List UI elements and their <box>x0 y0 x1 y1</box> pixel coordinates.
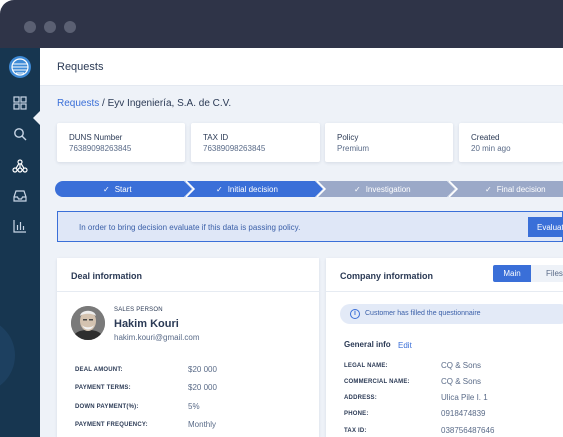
card-label: DUNS Number <box>69 133 123 142</box>
card-value: 76389098263845 <box>69 144 132 153</box>
breadcrumb-requests-link[interactable]: Requests <box>57 98 99 109</box>
bar-chart-icon[interactable] <box>11 217 29 235</box>
panel-title: Deal information <box>71 271 143 281</box>
search-icon[interactable] <box>11 125 29 143</box>
address-value: Ulica Pile I. 1 <box>441 393 488 402</box>
breadcrumb-separator: / <box>99 98 108 109</box>
page-header: Requests <box>40 48 563 86</box>
sidebar-active-indicator <box>33 111 40 125</box>
card-value: 20 min ago <box>471 144 511 153</box>
globe-logo-icon[interactable] <box>9 56 31 78</box>
questionnaire-notice: i Customer has filled the questionnaire <box>340 304 563 324</box>
step-label: Investigation <box>365 184 411 194</box>
deal-amount-value: $20 000 <box>188 365 217 374</box>
tab-main[interactable]: Main <box>493 265 531 282</box>
phone-value: 0918474839 <box>441 409 486 418</box>
tax-id-value: 038756487646 <box>441 426 495 435</box>
window-minimize-button[interactable] <box>44 21 56 33</box>
grid-icon[interactable] <box>11 94 29 112</box>
check-icon: ✓ <box>354 184 361 194</box>
commercial-name-value: CQ & Sons <box>441 377 482 386</box>
created-card: Created 20 min ago <box>459 123 563 162</box>
payment-terms-label: PAYMENT TERMS: <box>75 385 131 391</box>
legal-name-value: CQ & Sons <box>441 361 482 370</box>
check-icon: ✓ <box>216 184 223 194</box>
network-icon[interactable] <box>11 157 29 175</box>
salesperson-email[interactable]: hakim.kouri@gmail.com <box>114 333 199 342</box>
card-label: Policy <box>337 133 359 142</box>
down-payment-value: 5% <box>188 402 200 411</box>
tax-id-card: TAX ID 76389098263845 <box>191 123 320 162</box>
general-info-heading: General info <box>344 340 391 349</box>
step-label: Initial decision <box>227 184 278 194</box>
legal-name-label: LEGAL NAME: <box>344 363 388 369</box>
policy-card: Policy Premium <box>325 123 453 162</box>
tax-id-label: TAX ID: <box>344 428 367 434</box>
window-close-button[interactable] <box>24 21 36 33</box>
card-value: 76389098263845 <box>203 144 266 153</box>
policy-alert: In order to bring decision evaluate if t… <box>57 211 563 242</box>
payment-frequency-label: PAYMENT FREQUENCY: <box>75 422 148 428</box>
step-label: Start <box>114 184 132 194</box>
step-start[interactable]: ✓ Start <box>55 181 192 197</box>
notice-text: Customer has filled the questionnaire <box>365 310 481 317</box>
deal-amount-label: DEAL AMOUNT: <box>75 367 123 373</box>
evaluate-button[interactable]: Evaluate <box>528 217 563 237</box>
breadcrumb-current: Eyv Ingeniería, S.A. de C.V. <box>107 98 232 109</box>
card-label: Created <box>471 133 500 142</box>
check-icon: ✓ <box>485 184 492 194</box>
phone-label: PHONE: <box>344 411 369 417</box>
salesperson-name: Hakim Kouri <box>114 318 179 330</box>
info-icon: i <box>350 309 360 319</box>
inbox-icon[interactable] <box>11 187 29 205</box>
card-value: Premium <box>337 144 370 153</box>
company-information-panel: Company information Main Files i Custome… <box>326 258 563 437</box>
address-label: ADDRESS: <box>344 395 377 401</box>
sidebar <box>0 48 40 437</box>
tab-files[interactable]: Files <box>531 265 563 282</box>
panel-title: Company information <box>340 271 434 281</box>
panel-header: Deal information <box>57 258 319 292</box>
sidebar-decoration <box>0 318 15 393</box>
alert-text: In order to bring decision evaluate if t… <box>79 223 301 232</box>
panel-header: Company information Main Files <box>326 258 563 292</box>
commercial-name-label: COMMERCIAL NAME: <box>344 379 410 385</box>
edit-general-info-link[interactable]: Edit <box>398 341 412 350</box>
check-icon: ✓ <box>103 184 110 194</box>
salesperson-label: SALES PERSON <box>114 307 163 313</box>
payment-terms-value: $20 000 <box>188 383 217 392</box>
card-label: TAX ID <box>203 133 229 142</box>
app-window: Requests Requests / Eyv Ingeniería, S.A.… <box>0 0 563 437</box>
step-label: Final decision <box>496 184 546 194</box>
duns-number-card: DUNS Number 76389098263845 <box>57 123 185 162</box>
payment-frequency-value: Monthly <box>188 420 217 429</box>
page-title: Requests <box>57 61 104 73</box>
window-maximize-button[interactable] <box>64 21 76 33</box>
step-final-decision[interactable]: ✓ Final decision <box>448 181 563 197</box>
step-initial-decision[interactable]: ✓ Initial decision <box>185 181 323 197</box>
deal-information-panel: Deal information SALES PERSON Hakim Kour… <box>57 258 319 437</box>
breadcrumb: Requests / Eyv Ingeniería, S.A. de C.V. <box>57 98 231 109</box>
window-titlebar <box>0 0 563 48</box>
avatar <box>71 306 105 340</box>
step-investigation[interactable]: ✓ Investigation <box>316 181 455 197</box>
down-payment-label: DOWN PAYMENT(%): <box>75 404 139 410</box>
